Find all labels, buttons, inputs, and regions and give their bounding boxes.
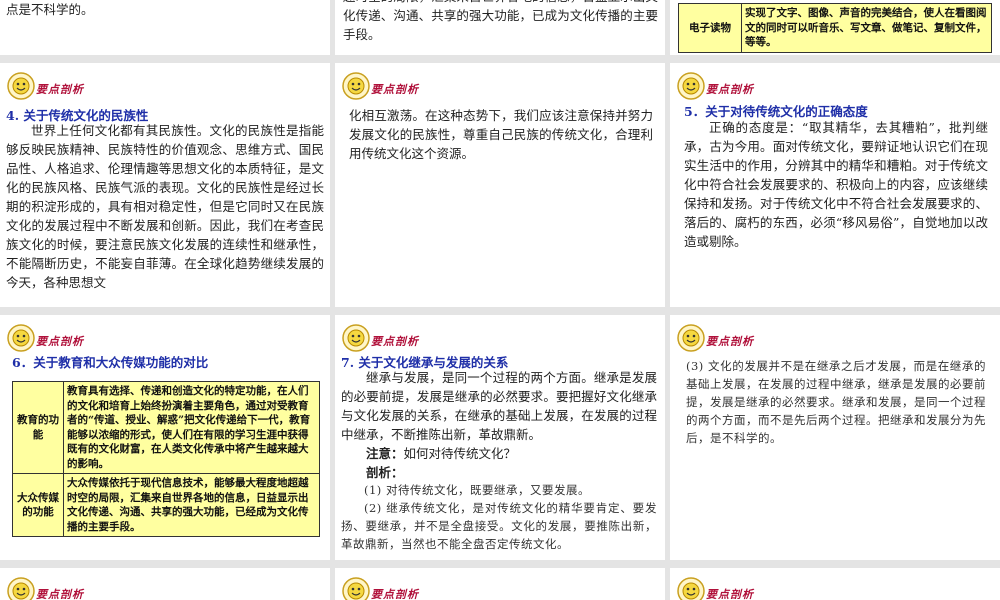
badge-label: 要点剖析 xyxy=(371,335,419,348)
section-badge: 要点剖析 xyxy=(676,323,786,352)
slide-r1-left: 点是不科学的。 xyxy=(0,0,330,55)
slide-r4-left: 要点剖析 xyxy=(0,568,330,600)
slide-text: 越时空的局限，汇集来自世界各地的信息，日益显示出文化传递、沟通、共享的强大功能，… xyxy=(343,0,658,42)
table-row: 教育的功能 教育具有选择、传递和创造文化的特定功能，在人们的文化和培育上始终扮演… xyxy=(12,381,320,474)
flower-icon xyxy=(7,577,35,600)
row-separator-1 xyxy=(0,55,1000,63)
slide-r2-left: 要点剖析 4. 关于传统文化的民族性 世界上任何文化都有其民族性。文化的民族性是… xyxy=(0,63,330,307)
badge-label: 要点剖析 xyxy=(706,588,754,600)
badge-label: 要点剖析 xyxy=(706,83,754,96)
analysis-points: (1) 对待传统文化，既要继承，又要发展。 (2) 继承传统文化，是对传统文化的… xyxy=(341,483,657,551)
badge-label: 要点剖析 xyxy=(706,335,754,348)
table-label: 教育的功能 xyxy=(12,381,64,474)
flower-icon xyxy=(7,324,35,352)
section-body: 世界上任何文化都有其民族性。文化的民族性是指能够反映民族精神、民族特性的价值观念… xyxy=(6,123,324,290)
badge-label: 要点剖析 xyxy=(371,588,419,600)
slide-r2-mid: 要点剖析 化相互激荡。在这种态势下，我们应该注意保持并努力发展文化的民族性，尊重… xyxy=(335,63,665,307)
slide-r2-right: 要点剖析 5．关于对待传统文化的正确态度 正确的态度是：“取其精华，去其糟粕”，… xyxy=(670,63,1000,307)
table-label: 大众传媒的功能 xyxy=(12,473,64,537)
section-body: (3) 文化的发展并不是在继承之后才发展，而是在继承的基础上发展，在发展的过程中… xyxy=(686,359,986,445)
reading-table: 电子读物 实现了文字、图像、声音的完美结合，使人在看图阅文的同时可以听音乐、写文… xyxy=(678,3,992,53)
section-badge: 要点剖析 xyxy=(341,323,451,352)
badge-label: 要点剖析 xyxy=(36,335,84,348)
flower-icon xyxy=(342,72,370,100)
flower-icon xyxy=(677,324,705,352)
slide-r3-left: 要点剖析 6．关于教育和大众传媒功能的对比 教育的功能 教育具有选择、传递和创造… xyxy=(0,315,330,560)
badge-label: 要点剖析 xyxy=(36,83,84,96)
analysis-label: 剖析： xyxy=(366,465,404,480)
section-badge: 要点剖析 xyxy=(676,576,786,600)
flower-icon xyxy=(342,577,370,600)
section-badge: 要点剖析 xyxy=(341,71,451,100)
section-body: 化相互激荡。在这种态势下，我们应该注意保持并努力发展文化的民族性，尊重自己民族的… xyxy=(349,108,653,161)
slide-r3-mid: 要点剖析 7. 关于文化继承与发展的关系 继承与发展，是同一个过程的两个方面。继… xyxy=(335,315,665,560)
flower-icon xyxy=(7,72,35,100)
flower-icon xyxy=(342,324,370,352)
section-badge: 要点剖析 xyxy=(6,576,116,600)
note-line: 注意：如何对待传统文化？ xyxy=(366,446,517,461)
slide-r4-right: 要点剖析 xyxy=(670,568,1000,600)
flower-icon xyxy=(677,577,705,600)
row-separator-2 xyxy=(0,307,1000,315)
table-content: 教育具有选择、传递和创造文化的特定功能，在人们的文化和培育上始终扮演着主要角色，… xyxy=(63,381,320,474)
slide-r3-right: 要点剖析 (3) 文化的发展并不是在继承之后才发展，而是在继承的基础上发展，在发… xyxy=(670,315,1000,560)
badge-label: 要点剖析 xyxy=(371,83,419,96)
section-badge: 要点剖析 xyxy=(6,323,116,352)
section-badge: 要点剖析 xyxy=(6,71,116,100)
section-badge: 要点剖析 xyxy=(676,71,786,100)
table-label: 电子读物 xyxy=(678,3,742,53)
table-row: 大众传媒的功能 大众传媒依托于现代信息技术，能够最大程度地超越时空的局限，汇集来… xyxy=(12,473,320,537)
badge-label: 要点剖析 xyxy=(36,588,84,600)
slide-r1-right: 电子读物 实现了文字、图像、声音的完美结合，使人在看图阅文的同时可以听音乐、写文… xyxy=(670,0,1000,55)
section-badge: 要点剖析 xyxy=(341,576,451,600)
table-content: 实现了文字、图像、声音的完美结合，使人在看图阅文的同时可以听音乐、写文章、做笔记… xyxy=(741,3,992,53)
slide-r4-mid: 要点剖析 xyxy=(335,568,665,600)
function-compare-table: 教育的功能 教育具有选择、传递和创造文化的特定功能，在人们的文化和培育上始终扮演… xyxy=(12,381,320,537)
slide-text: 点是不科学的。 xyxy=(6,2,94,17)
flower-icon xyxy=(677,72,705,100)
row-separator-3 xyxy=(0,560,1000,568)
table-content: 大众传媒依托于现代信息技术，能够最大程度地超越时空的局限，汇集来自世界各地的信息… xyxy=(63,473,320,537)
section-body: 正确的态度是：“取其精华，去其糟粕”，批判继承，古为今用。面对传统文化，要辩证地… xyxy=(684,120,988,249)
section-body: 继承与发展，是同一个过程的两个方面。继承是发展的必要前提，发展是继承的必然要求。… xyxy=(341,370,657,480)
slide-r1-mid: 越时空的局限，汇集来自世界各地的信息，日益显示出文化传递、沟通、共享的强大功能，… xyxy=(335,0,665,55)
section-heading: 6．关于教育和大众传媒功能的对比 xyxy=(12,355,209,370)
